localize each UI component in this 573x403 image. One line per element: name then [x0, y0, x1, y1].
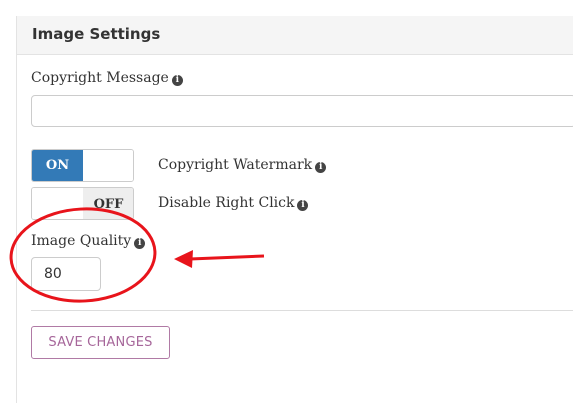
disable-right-click-toggle[interactable]: OFF: [31, 187, 134, 220]
image-quality-input[interactable]: 80: [31, 257, 101, 291]
form-divider: [31, 310, 573, 311]
copyright-message-label: Copyright Message i: [31, 70, 183, 86]
info-circle-icon[interactable]: i: [171, 75, 183, 86]
info-circle-icon[interactable]: i: [134, 238, 146, 249]
info-circle-icon[interactable]: i: [315, 162, 327, 173]
panel-header: Image Settings: [17, 16, 573, 55]
copyright-message-input[interactable]: [31, 95, 573, 127]
toggle-handle: [83, 150, 133, 181]
copyright-watermark-toggle[interactable]: ON: [31, 149, 134, 182]
toggle-off-state: OFF: [83, 188, 133, 219]
image-quality-label-text: Image Quality: [31, 233, 132, 249]
info-circle-icon[interactable]: i: [297, 200, 309, 211]
copyright-message-label-text: Copyright Message: [31, 70, 169, 86]
disable-right-click-label-text: Disable Right Click: [158, 195, 295, 211]
image-quality-label: Image Quality i: [31, 233, 146, 249]
copyright-watermark-label: Copyright Watermark i: [158, 157, 327, 173]
save-changes-button[interactable]: SAVE CHANGES: [31, 326, 170, 359]
copyright-watermark-label-text: Copyright Watermark: [158, 157, 313, 173]
toggle-on-state: ON: [32, 150, 83, 181]
toggle-handle: [32, 188, 83, 219]
panel-title: Image Settings: [32, 25, 161, 43]
disable-right-click-label: Disable Right Click i: [158, 195, 309, 211]
